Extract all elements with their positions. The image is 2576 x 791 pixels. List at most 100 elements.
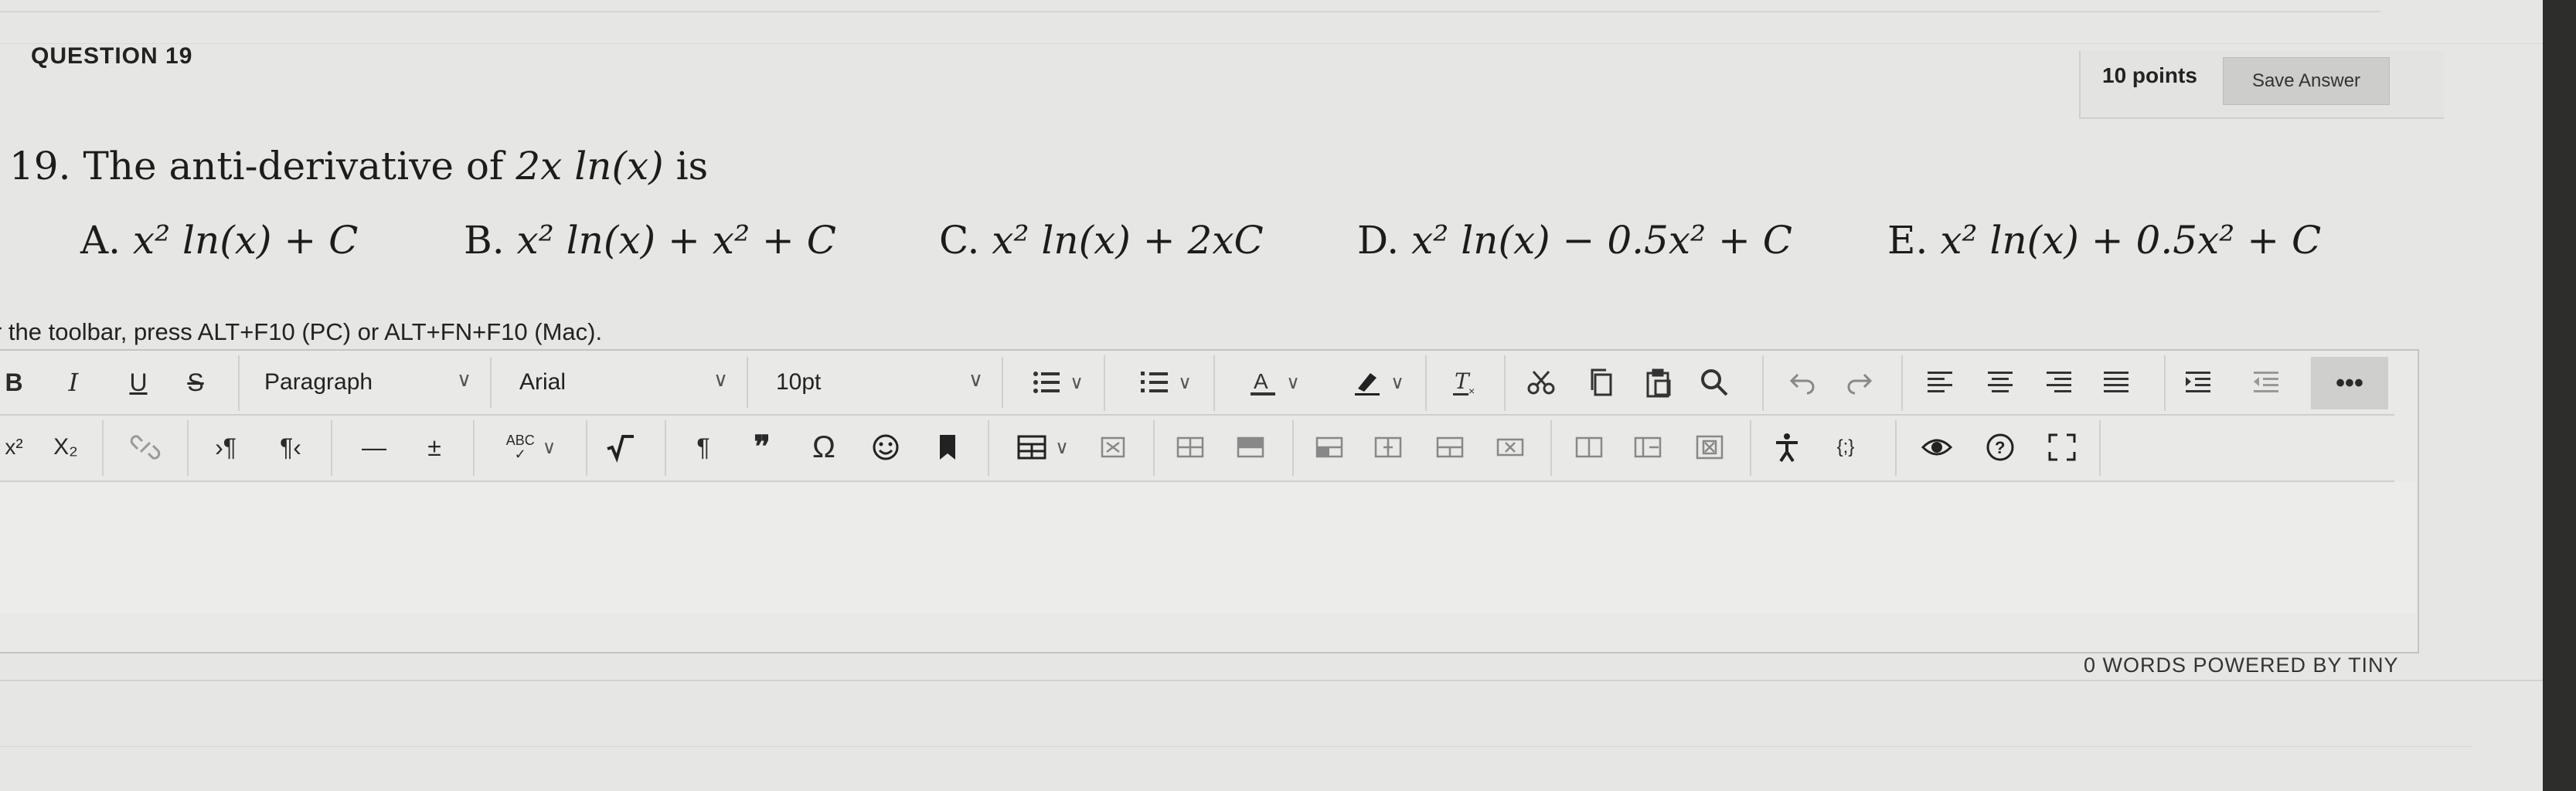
blockquote-button[interactable]: ❞	[740, 422, 784, 473]
redo-button[interactable]	[1838, 357, 1881, 408]
choice-e: E. x² ln(x) + 0.5x² + C	[1887, 218, 2321, 263]
emoji-button[interactable]	[864, 422, 907, 473]
scissors-icon	[1527, 371, 1555, 395]
row-insert-before-button[interactable]	[1169, 422, 1212, 473]
row-insert-after-button[interactable]	[1229, 422, 1272, 473]
choice-b-letter: B.	[464, 218, 505, 263]
bullet-list-icon	[1033, 372, 1060, 393]
spellcheck-label: ABC	[505, 433, 535, 448]
horizontal-rule-button[interactable]: —	[352, 422, 396, 473]
text-color-button[interactable]: A ∨	[1235, 357, 1312, 408]
split-cells-button[interactable]	[1626, 422, 1669, 473]
block-format-value: Paragraph	[264, 369, 373, 395]
outdent-button[interactable]	[2244, 357, 2288, 408]
table-col-after-icon	[1436, 436, 1464, 458]
separator	[988, 420, 989, 476]
rich-text-editor: B I U S Paragraph ∨ Arial ∨ 10pt ∨ ∨ ∨ A…	[0, 349, 2419, 654]
question-number: 19.	[9, 144, 71, 188]
accessibility-button[interactable]	[1765, 422, 1809, 473]
justify-button[interactable]	[2094, 357, 2138, 408]
chevron-down-icon: ∨	[1286, 372, 1300, 393]
font-size-value: 10pt	[776, 369, 822, 395]
table-split-icon	[1634, 436, 1662, 458]
plus-minus-button[interactable]: ±	[413, 422, 456, 473]
editor-status-bar: 0 WORDS POWERED BY TINY	[2084, 654, 2399, 677]
chevron-down-icon: ∨	[1178, 372, 1192, 393]
editor-content-area[interactable]	[0, 482, 2416, 613]
col-insert-after-button[interactable]	[1428, 422, 1472, 473]
more-options-button[interactable]: •••	[2311, 357, 2388, 409]
code-sample-button[interactable]: {;}	[1824, 422, 1867, 473]
highlight-color-button[interactable]: ∨	[1336, 357, 1421, 408]
font-family-select[interactable]: Arial ∨	[493, 357, 748, 408]
col-delete-button[interactable]	[1489, 422, 1532, 473]
toolbar-row-1: B I U S Paragraph ∨ Arial ∨ 10pt ∨ ∨ ∨ A…	[0, 351, 2394, 416]
cut-button[interactable]	[1519, 357, 1563, 408]
table-cell-props-icon	[1696, 435, 1724, 460]
find-replace-button[interactable]	[1693, 357, 1736, 408]
chevron-down-icon: ∨	[456, 368, 471, 391]
bullet-list-button[interactable]: ∨	[1019, 357, 1096, 408]
question-end: is	[675, 144, 709, 188]
numbered-list-button[interactable]: ∨	[1127, 357, 1204, 408]
italic-button[interactable]: I	[54, 357, 93, 408]
ltr-button[interactable]: ›¶	[204, 422, 247, 473]
fullscreen-icon	[2048, 433, 2076, 461]
col-insert-before-button[interactable]	[1366, 422, 1410, 473]
indent-icon	[2186, 372, 2210, 392]
indent-button[interactable]	[2176, 357, 2220, 408]
choice-a-math: x² ln(x) + C	[132, 218, 359, 263]
separator	[331, 420, 332, 476]
separator	[2099, 420, 2101, 476]
unlink-button[interactable]	[122, 422, 168, 473]
save-answer-button[interactable]: Save Answer	[2223, 57, 2390, 105]
bold-button[interactable]: B	[0, 357, 29, 408]
clear-format-button[interactable]: T ×	[1444, 357, 1487, 408]
anchor-button[interactable]	[926, 422, 969, 473]
underline-button[interactable]: U	[119, 357, 158, 408]
copy-button[interactable]	[1580, 357, 1623, 408]
unlink-icon	[130, 435, 161, 460]
special-char-button[interactable]: Ω	[802, 422, 846, 473]
choice-d-letter: D.	[1357, 218, 1400, 263]
separator	[1762, 355, 1764, 411]
superscript-button[interactable]: x²	[0, 422, 29, 473]
fullscreen-button[interactable]	[2040, 422, 2084, 473]
clipboard-icon	[1646, 368, 1671, 398]
chevron-down-icon: ∨	[1390, 372, 1404, 393]
outdent-icon	[2254, 372, 2278, 392]
merge-cells-button[interactable]	[1567, 422, 1611, 473]
cell-props-button[interactable]	[1688, 422, 1731, 473]
table-merge-icon	[1575, 436, 1603, 458]
rtl-button[interactable]: ¶‹	[269, 422, 312, 473]
table-col-icon	[1374, 436, 1402, 458]
align-right-icon	[2047, 372, 2071, 392]
spellcheck-button[interactable]: ABC ✓ ∨	[488, 422, 573, 473]
table-button[interactable]: ∨	[1000, 422, 1085, 473]
align-center-button[interactable]	[1979, 357, 2022, 408]
subscript-button[interactable]: X₂	[46, 422, 85, 473]
choice-a-letter: A.	[80, 218, 121, 263]
screen-edge	[2543, 0, 2576, 791]
delete-table-button[interactable]	[1091, 422, 1135, 473]
align-right-button[interactable]	[2037, 357, 2081, 408]
separator	[473, 420, 475, 476]
separator	[1425, 355, 1427, 411]
row-delete-button[interactable]	[1308, 422, 1351, 473]
bookmark-icon	[940, 435, 955, 460]
undo-button[interactable]	[1781, 357, 1824, 408]
paragraph-mark-button[interactable]: ¶	[682, 422, 725, 473]
numbered-list-icon	[1141, 372, 1169, 392]
copy-icon	[1591, 368, 1612, 396]
preview-button[interactable]	[1915, 422, 1958, 473]
equation-button[interactable]	[598, 422, 641, 473]
font-size-select[interactable]: 10pt ∨	[750, 357, 1003, 408]
paste-button[interactable]	[1637, 357, 1680, 408]
strikethrough-button[interactable]: S	[176, 357, 215, 408]
block-format-select[interactable]: Paragraph ∨	[240, 357, 492, 408]
points-label: 10 points	[2102, 63, 2197, 87]
choice-d: D. x² ln(x) − 0.5x² + C	[1357, 218, 1792, 263]
chevron-down-icon: ∨	[1070, 372, 1084, 393]
align-left-button[interactable]	[1918, 357, 1962, 408]
help-button[interactable]: ?	[1979, 422, 2022, 473]
